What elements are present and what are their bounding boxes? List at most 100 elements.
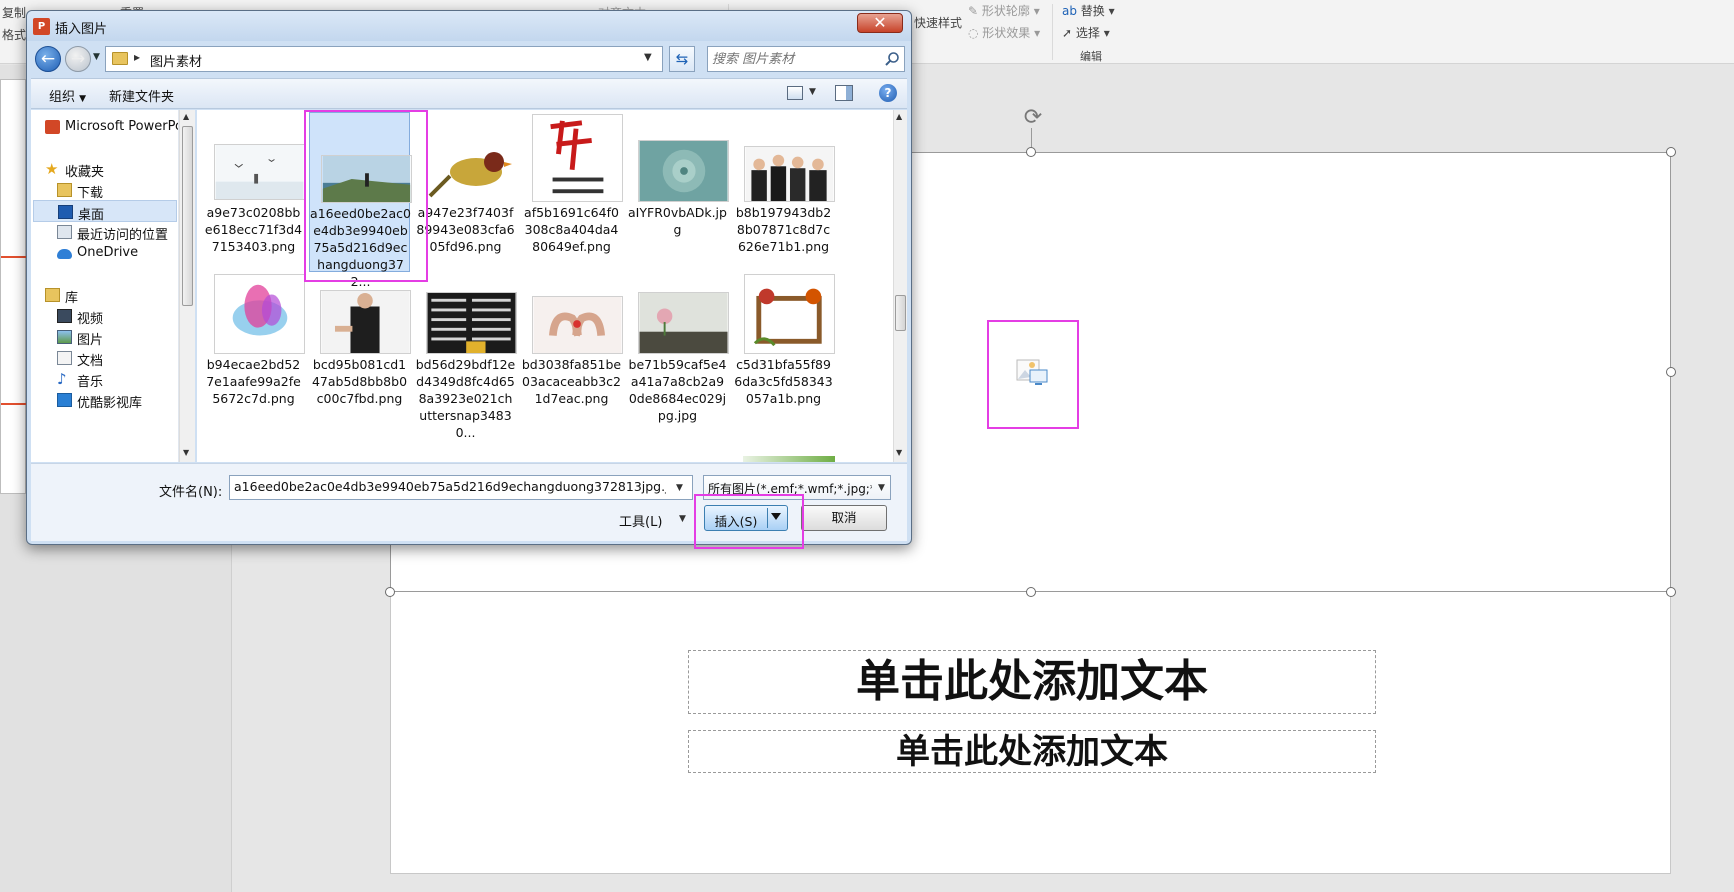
address-dropdown-icon[interactable]: ▼	[644, 52, 652, 63]
insert-options-dropdown-icon[interactable]	[771, 513, 781, 520]
file-name: b8b197943db28b07871c8d7c626e71b1.png	[735, 205, 832, 254]
search-box[interactable]	[707, 46, 905, 72]
organize-button[interactable]: 组织 ▼	[49, 86, 86, 105]
file-name: c5d31bfa55f896da3c5fd58343057a1b.png	[734, 357, 833, 406]
resize-handle-bottom-right[interactable]	[1666, 587, 1676, 597]
copy-button[interactable]: 复制	[2, 4, 26, 21]
change-view-icon[interactable]	[787, 86, 803, 100]
file-tile[interactable]: bcd95b081cd147ab5d8bb8b0c00c7fbd.png	[309, 272, 411, 432]
nav-item-videos[interactable]: 视频	[31, 305, 178, 327]
scroll-up-icon[interactable]: ▲	[896, 112, 902, 121]
editing-group-label: 编辑	[1080, 50, 1102, 63]
address-bar[interactable]: ▸ 图片素材 ▼	[105, 46, 663, 72]
nav-item-libraries[interactable]: 库	[31, 284, 178, 306]
file-tile[interactable]: a9e73c0208bbe618ecc71f3d47153403.png	[203, 112, 305, 272]
new-folder-button[interactable]: 新建文件夹	[109, 86, 174, 105]
rotate-handle-icon[interactable]: ⟳	[1020, 106, 1046, 132]
quick-styles-button[interactable]: 快速样式	[914, 14, 962, 31]
filename-input[interactable]	[234, 479, 666, 494]
scroll-down-icon[interactable]: ▼	[183, 448, 189, 457]
scroll-up-icon[interactable]: ▲	[183, 112, 189, 121]
file-tile[interactable]: b94ecae2bd527e1aafe99a2fe5672c7d.png	[203, 272, 305, 432]
powerpoint-app-icon: P	[33, 18, 50, 35]
filetype-select[interactable]: 所有图片(*.emf;*.wmf;*.jpg;*.jpeg;*.png) ▼	[703, 475, 891, 500]
nav-item-favorites[interactable]: ★ 收藏夹	[31, 158, 178, 181]
breadcrumb-current-folder[interactable]: 图片素材	[150, 51, 202, 70]
file-name: be71b59caf5e4a41a7a8cb2a90de8684ec029jpg…	[628, 357, 727, 423]
scroll-down-icon[interactable]: ▼	[896, 448, 902, 457]
forward-button[interactable]: →	[65, 46, 91, 72]
file-tile[interactable]: a947e23f7403f89943e083cfa605fd96.png	[415, 112, 517, 272]
nav-item-label: 库	[65, 291, 79, 306]
file-tile[interactable]: bd3038fa851be03acaceabb3c21d7eac.png	[521, 272, 623, 432]
insert-button[interactable]: 插入(S)	[704, 505, 788, 531]
help-icon[interactable]: ?	[879, 84, 897, 102]
resize-handle-bottom[interactable]	[1026, 587, 1036, 597]
refresh-icon: ⇆	[675, 50, 689, 68]
file-name: a9e73c0208bbe618ecc71f3d47153403.png	[204, 205, 303, 254]
cursor-arrow-icon: ➚	[1062, 26, 1076, 40]
file-grid-scrollbar[interactable]: ▲ ▼	[893, 110, 907, 462]
insert-picture-dialog: P 插入图片 ✕ ← → ▼ ▸ 图片素材 ▼ ⇆ 组织 ▼ 新建文件夹 ▼ ?	[26, 10, 912, 545]
recent-pages-dropdown-icon[interactable]: ▼	[93, 52, 100, 62]
colorful-flower-thumbnail	[214, 274, 305, 354]
file-tile[interactable]: c5d31bfa55f896da3c5fd58343057a1b.png	[733, 272, 835, 432]
nav-item-youku[interactable]: 优酷影视库	[31, 389, 178, 411]
nav-item-downloads[interactable]: 下载	[31, 179, 178, 201]
navigation-bar: ← → ▼ ▸ 图片素材 ▼ ⇆	[31, 44, 907, 76]
filename-dropdown-icon[interactable]: ▼	[676, 483, 683, 493]
shape-outline-button[interactable]: ✎ 形状轮廓 ▾	[968, 2, 1040, 19]
dialog-title-bar[interactable]: P 插入图片 ✕	[27, 11, 911, 41]
resize-handle-top[interactable]	[1026, 147, 1036, 157]
nav-item-documents[interactable]: 文档	[31, 347, 178, 369]
file-tile[interactable]: be71b59caf5e4a41a7a8cb2a90de8684ec029jpg…	[627, 272, 729, 432]
file-tile[interactable]: af5b1691c64f0308c8a404da480649ef.png	[521, 112, 623, 272]
nav-item-label: 收藏夹	[65, 165, 105, 180]
preview-pane-icon[interactable]	[835, 85, 853, 101]
nav-item-powerpoint[interactable]: Microsoft PowerPoint	[31, 116, 178, 138]
file-tile[interactable]: b8b197943db28b07871c8d7c626e71b1.png	[733, 112, 835, 272]
slide-subtitle-placeholder[interactable]: 单击此处添加文本	[688, 730, 1376, 773]
tools-button[interactable]: 工具(L)	[619, 511, 662, 530]
file-name: a947e23f7403f89943e083cfa605fd96.png	[416, 205, 515, 254]
resize-handle-right[interactable]	[1666, 367, 1676, 377]
folder-icon	[112, 52, 128, 65]
resize-handle-top-right[interactable]	[1666, 147, 1676, 157]
nav-item-label: 文档	[77, 354, 104, 369]
file-grid: a9e73c0208bbe618ecc71f3d47153403.png a16…	[197, 110, 901, 462]
powerpoint-icon	[45, 120, 60, 134]
file-name: af5b1691c64f0308c8a404da480649ef.png	[524, 205, 619, 254]
scrollbar-thumb[interactable]	[895, 295, 906, 331]
file-tile[interactable]: aIYFR0vbADk.jpg	[627, 112, 729, 272]
nav-item-label: Microsoft PowerPoint	[65, 119, 178, 134]
refresh-button[interactable]: ⇆	[669, 46, 695, 72]
navigation-scrollbar[interactable]: ▲ ▼	[179, 110, 195, 462]
nav-item-pictures[interactable]: 图片	[31, 326, 178, 348]
resize-handle-bottom-left[interactable]	[385, 587, 395, 597]
file-tile-selected[interactable]: a16eed0be2ac0e4db3e9940eb75a5d216d9echan…	[309, 112, 412, 289]
slide-thumbnail[interactable]	[0, 79, 27, 494]
nav-item-music[interactable]: ♪ 音乐	[31, 368, 178, 391]
back-button[interactable]: ←	[35, 46, 61, 72]
nav-item-desktop[interactable]: 桌面	[33, 200, 177, 223]
nav-item-recent-places[interactable]: 最近访问的位置	[31, 221, 178, 243]
slide-title-placeholder[interactable]: 单击此处添加文本	[688, 650, 1376, 714]
close-button[interactable]: ✕	[857, 13, 903, 33]
breadcrumb-chevron-icon[interactable]: ▸	[134, 50, 140, 64]
filename-combobox[interactable]: ▼	[229, 475, 693, 500]
tools-dropdown-icon[interactable]: ▼	[679, 514, 686, 524]
search-input[interactable]	[712, 50, 872, 68]
file-tile[interactable]: bd56d29bdf12ed4349d8fc4d658a3923e021chut…	[415, 272, 517, 440]
recent-places-icon	[57, 225, 72, 239]
file-tile-partial[interactable]	[743, 456, 835, 462]
view-dropdown-icon[interactable]: ▼	[809, 87, 816, 97]
cancel-button[interactable]: 取消	[801, 505, 887, 531]
scrollbar-thumb[interactable]	[182, 126, 193, 306]
dialog-bottom-panel: 文件名(N): ▼ 所有图片(*.emf;*.wmf;*.jpg;*.jpeg;…	[31, 463, 907, 541]
shape-effects-button[interactable]: ◌ 形状效果 ▾	[968, 24, 1040, 41]
replace-button[interactable]: ab 替换 ▾	[1062, 2, 1115, 19]
filetype-dropdown-icon[interactable]: ▼	[878, 483, 885, 493]
select-button[interactable]: ➚ 选择 ▾	[1062, 24, 1110, 41]
nav-item-onedrive[interactable]: OneDrive	[31, 242, 178, 264]
search-icon[interactable]	[884, 51, 900, 67]
